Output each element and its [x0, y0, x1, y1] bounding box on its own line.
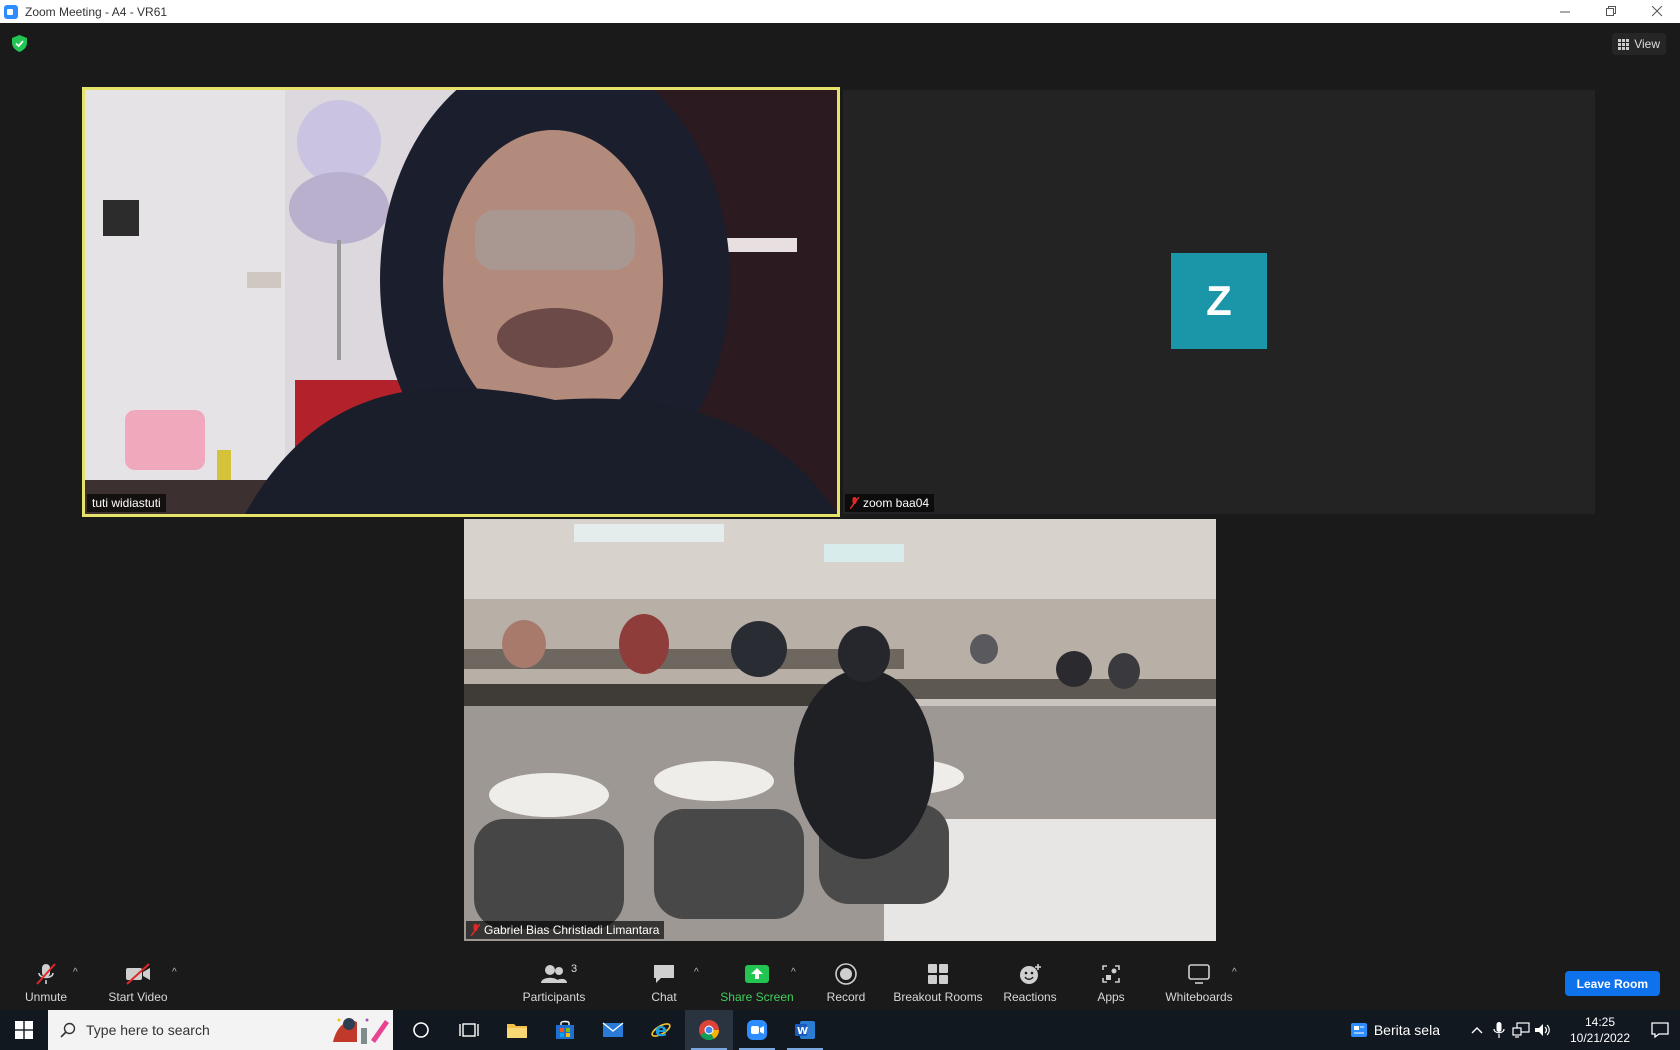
minimize-icon: [1559, 11, 1570, 13]
grid-icon: [1618, 38, 1630, 50]
video-options-caret[interactable]: ^: [172, 967, 177, 978]
chat-options-caret[interactable]: ^: [694, 967, 699, 978]
network-tray-button[interactable]: [1510, 1010, 1532, 1050]
close-icon: [1651, 6, 1662, 17]
chevron-up-icon: [1471, 1027, 1483, 1034]
view-label: View: [1634, 37, 1660, 51]
muted-microphone-icon: [36, 963, 56, 985]
word-icon: W: [795, 1021, 815, 1039]
clock-date: 10/21/2022: [1569, 1031, 1631, 1045]
whiteboards-button[interactable]: Whiteboards: [1164, 953, 1234, 1010]
taskbar-mail[interactable]: [589, 1010, 637, 1050]
store-bag-icon: [556, 1020, 574, 1039]
participants-button[interactable]: Participants: [522, 953, 586, 1010]
shield-icon[interactable]: [12, 35, 27, 52]
zoom-app-icon: [4, 4, 18, 19]
window-title: Zoom Meeting - A4 - VR61: [25, 4, 168, 19]
internet-explorer-icon: e: [651, 1020, 671, 1041]
screen: Zoom Meeting - A4 - VR61 View tuti widia…: [0, 0, 1680, 1050]
system-tray: Berita sela 14:25 10/21/2022: [1350, 1010, 1680, 1050]
participant-name-label: zoom baa04: [845, 494, 935, 512]
chat-bubble-icon: [654, 965, 674, 983]
news-widget[interactable]: Berita sela: [1350, 1022, 1440, 1038]
start-button[interactable]: [0, 1010, 48, 1050]
start-video-button[interactable]: Start Video: [106, 953, 170, 1010]
apps-button[interactable]: Apps: [1096, 953, 1126, 1010]
search-highlight-illustration-icon: [333, 1018, 389, 1044]
meeting-area: View tuti widiastuti Z zoom baa04 Gabrie…: [0, 23, 1680, 953]
cortana-circle-icon: [413, 1022, 429, 1038]
chrome-icon: [699, 1020, 720, 1041]
action-center-button[interactable]: [1640, 1010, 1680, 1050]
participants-count: 3: [571, 963, 578, 975]
microphone-icon: [1493, 1022, 1505, 1038]
volume-tray-button[interactable]: [1532, 1010, 1554, 1050]
taskbar-file-explorer[interactable]: [493, 1010, 541, 1050]
clock-time: 14:25: [1584, 1015, 1616, 1029]
record-icon: [835, 963, 857, 985]
participant-video: [464, 519, 1216, 941]
share-screen-icon: [745, 965, 769, 983]
breakout-rooms-button[interactable]: Breakout Rooms: [893, 953, 983, 1010]
restore-button[interactable]: [1588, 0, 1634, 23]
taskbar-zoom[interactable]: [733, 1010, 781, 1050]
apps-icon: [1102, 965, 1120, 983]
window-controls: [1542, 0, 1680, 23]
window-titlebar: Zoom Meeting - A4 - VR61: [0, 0, 1680, 23]
taskbar-word[interactable]: W: [781, 1010, 829, 1050]
view-button[interactable]: View: [1612, 33, 1666, 55]
unmute-button[interactable]: Unmute: [20, 953, 72, 1010]
zoom-icon: [747, 1020, 767, 1040]
svg-text:W: W: [797, 1026, 808, 1037]
reactions-button[interactable]: Reactions: [1002, 953, 1058, 1010]
chat-button[interactable]: Chat: [648, 953, 680, 1010]
share-screen-button[interactable]: Share Screen: [720, 953, 794, 1010]
notification-icon: [1651, 1022, 1669, 1039]
avatar: Z: [1171, 253, 1267, 349]
microphone-tray-button[interactable]: [1488, 1010, 1510, 1050]
audio-options-caret[interactable]: ^: [73, 967, 78, 978]
taskbar-pinned-apps: e W: [397, 1010, 829, 1050]
meeting-toolbar: Unmute ^ Start Video ^ Participants 3 Ch…: [0, 953, 1680, 1010]
cortana-button[interactable]: [397, 1010, 445, 1050]
participant-video: [85, 90, 837, 514]
muted-mic-icon: [471, 924, 480, 936]
taskbar-search-box[interactable]: Type here to search: [48, 1010, 393, 1050]
mail-icon: [602, 1022, 624, 1037]
folder-icon: [507, 1024, 527, 1038]
share-options-caret[interactable]: ^: [791, 967, 796, 978]
search-placeholder: Type here to search: [86, 1022, 210, 1038]
speaker-icon: [1535, 1024, 1550, 1036]
leave-room-button[interactable]: Leave Room: [1564, 971, 1660, 996]
muted-mic-icon: [850, 497, 859, 509]
news-icon: [1350, 1023, 1367, 1037]
breakout-rooms-icon: [928, 964, 948, 984]
record-button[interactable]: Record: [826, 953, 866, 1010]
video-tile-active-speaker[interactable]: tuti widiastuti: [82, 87, 840, 517]
close-button[interactable]: [1634, 0, 1680, 23]
restore-icon: [1605, 6, 1616, 16]
participant-name-label: Gabriel Bias Christiadi Limantara: [466, 921, 665, 939]
whiteboards-options-caret[interactable]: ^: [1232, 967, 1237, 978]
participant-name-label: tuti widiastuti: [87, 494, 166, 512]
participants-icon: [541, 965, 567, 983]
taskbar-microsoft-store[interactable]: [541, 1010, 589, 1050]
taskbar-internet-explorer[interactable]: e: [637, 1010, 685, 1050]
taskbar-chrome[interactable]: [685, 1010, 733, 1050]
video-off-icon: [126, 963, 150, 985]
network-icon: [1512, 1022, 1530, 1038]
windows-taskbar: Type here to search e W Berita sela 14:2…: [0, 1010, 1680, 1050]
video-tile-avatar[interactable]: Z zoom baa04: [843, 90, 1595, 514]
whiteboard-icon: [1188, 964, 1210, 984]
taskbar-clock[interactable]: 14:25 10/21/2022: [1560, 1014, 1640, 1046]
search-icon: [60, 1022, 76, 1038]
show-hidden-icons-button[interactable]: [1466, 1010, 1488, 1050]
video-tile-classroom[interactable]: Gabriel Bias Christiadi Limantara: [464, 519, 1216, 941]
windows-logo-icon: [15, 1021, 33, 1039]
minimize-button[interactable]: [1542, 0, 1588, 23]
svg-text:e: e: [655, 1020, 667, 1041]
reactions-icon: [1020, 964, 1041, 984]
task-view-icon: [459, 1023, 479, 1037]
task-view-button[interactable]: [445, 1010, 493, 1050]
